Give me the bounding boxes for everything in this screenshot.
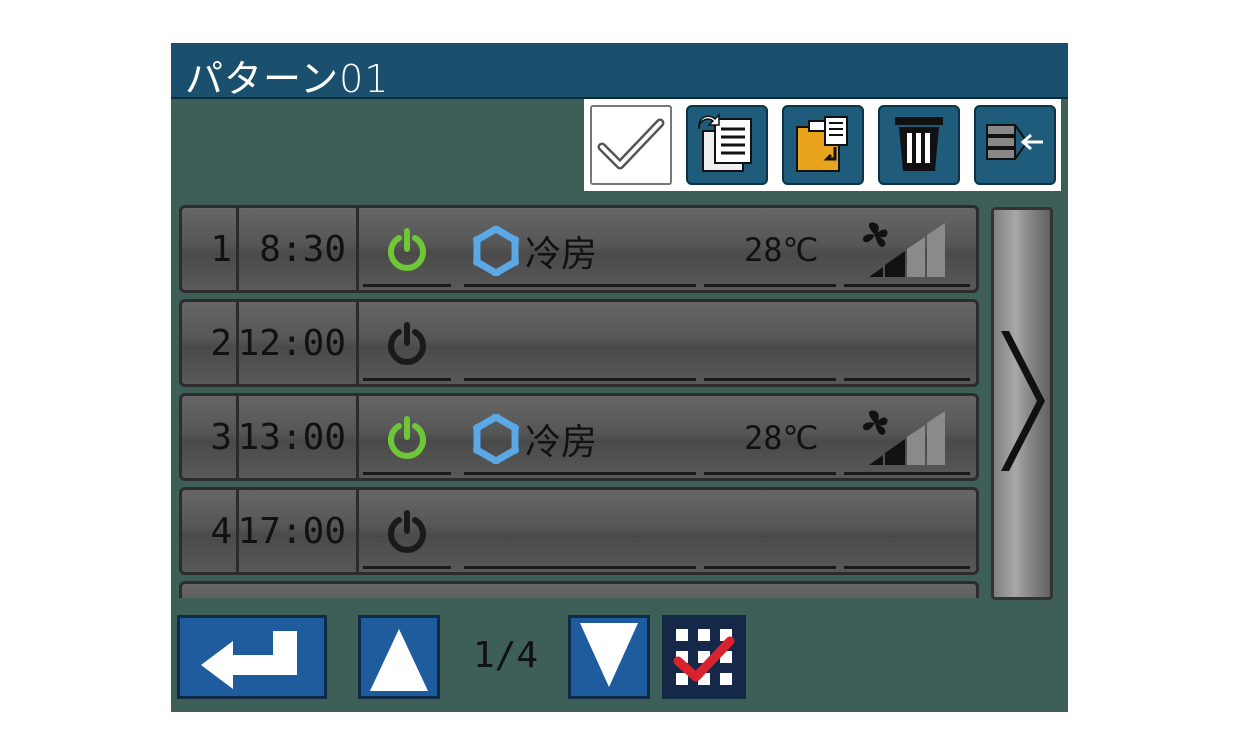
title-bar: パターン01 [171,43,1068,101]
paste-button[interactable] [782,105,864,185]
page-indicator: 1/4 [473,635,539,676]
schedule-row-3[interactable]: 3 13:00 冷房 28℃ [179,393,979,481]
select-all-button[interactable] [662,615,746,699]
import-icon [986,124,1043,160]
mode-label: 冷房 [525,422,598,463]
power-off-icon [384,509,430,559]
return-arrow-icon [201,631,297,689]
toolbar [584,99,1061,191]
chevron-right-icon [1001,331,1045,471]
paste-clipboard-icon [796,116,848,172]
trash-icon [895,117,943,171]
schedule-screen: パターン01 1 8:30 冷房 28℃ 2 12:00 3 13:00 冷房 … [171,43,1068,712]
arrow-up-icon [370,629,428,691]
schedule-list: 1 8:30 冷房 28℃ 2 12:00 3 13:00 冷房 28℃ 4 1… [179,205,979,598]
power-off-icon [384,321,430,371]
row-number: 1 [179,205,239,293]
temperature: 28℃ [744,419,819,457]
delete-button[interactable] [878,105,960,185]
row-time: 12:00 [238,299,359,387]
cool-mode-icon [473,414,519,464]
page-title: パターン01 [185,57,390,101]
import-button[interactable] [974,105,1056,185]
schedule-row-2[interactable]: 2 12:00 [179,299,979,387]
row-number: 3 [179,393,239,481]
check-icon [597,118,665,170]
fan-speed [855,221,951,281]
power-on-icon [384,415,430,465]
row-number: 4 [179,487,239,575]
row-number: 2 [179,299,239,387]
row-time: 13:00 [238,393,359,481]
cool-mode-icon [473,226,519,276]
grid-check-icon [673,629,735,685]
row-time: 17:00 [238,487,359,575]
arrow-down-icon [580,623,638,687]
schedule-row-5[interactable] [179,581,979,598]
row-time: 8:30 [241,205,359,293]
back-button[interactable] [177,615,327,699]
schedule-row-1[interactable]: 1 8:30 冷房 28℃ [179,205,979,293]
page-up-button[interactable] [358,615,440,699]
confirm-button[interactable] [590,105,672,185]
mode-cool: 冷房 [471,413,597,465]
mode-label: 冷房 [525,234,598,275]
fan-speed [855,409,951,469]
power-on-icon [384,227,430,277]
page-down-button[interactable] [568,615,650,699]
schedule-row-4[interactable]: 4 17:00 [179,487,979,575]
mode-cool: 冷房 [471,225,597,277]
copy-button[interactable] [686,105,768,185]
fan-speed-icon [863,222,945,277]
temperature: 28℃ [744,231,819,269]
next-page-scroll-button[interactable] [991,207,1053,600]
copy-schedule-icon [698,113,752,172]
fan-speed-icon [863,410,945,465]
